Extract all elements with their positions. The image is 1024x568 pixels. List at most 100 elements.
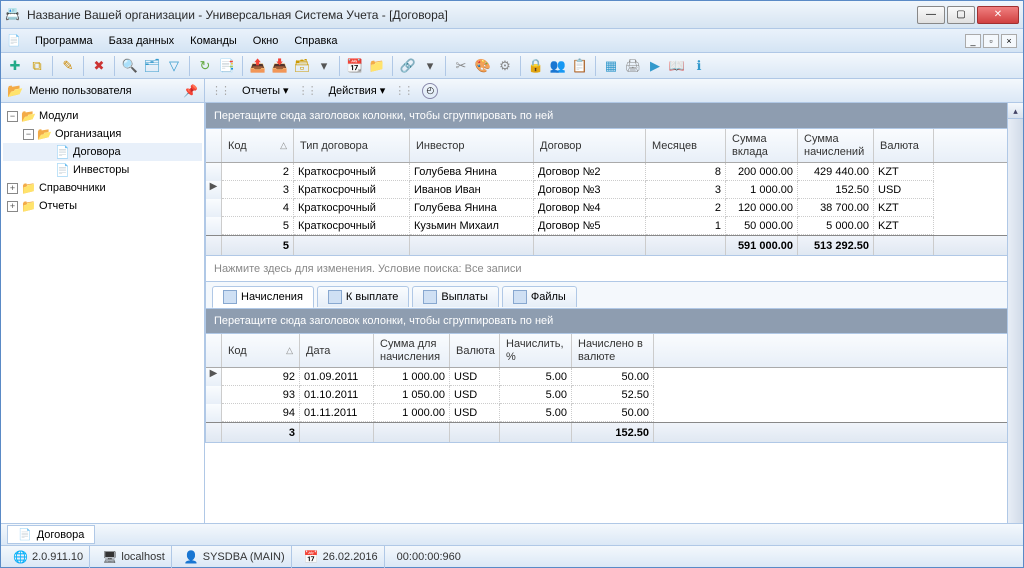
table-row[interactable]: 5КраткосрочныйКузьмин МихаилДоговор №515… — [206, 217, 1007, 235]
table-row[interactable]: 9401.11.20111 000.00USD5.0050.00 — [206, 404, 1007, 422]
col-date[interactable]: Дата — [300, 334, 374, 367]
tab-files[interactable]: Файлы — [502, 286, 577, 307]
export-icon[interactable]: 📤 — [248, 56, 268, 76]
table-row[interactable]: 2КраткосрочныйГолубева ЯнинаДоговор №282… — [206, 163, 1007, 181]
col-currency[interactable]: Валюта — [450, 334, 500, 367]
add-icon[interactable]: ✚ — [5, 56, 25, 76]
menu-program[interactable]: Программа — [27, 33, 101, 49]
link-icon[interactable]: 🔗 — [398, 56, 418, 76]
mdi-minimize-button[interactable]: _ — [965, 34, 981, 48]
collapse-icon[interactable]: − — [23, 129, 34, 140]
reports-dropdown[interactable]: Отчеты▾ — [235, 81, 296, 100]
titlebar: 📇 Название Вашей организации - Универсал… — [1, 1, 1023, 29]
mdi-restore-button[interactable]: ▫ — [983, 34, 999, 48]
tab-accruals[interactable]: Начисления — [212, 286, 314, 308]
col-sum[interactable]: Сумма для начисления — [374, 334, 450, 367]
table-row[interactable]: ▶9201.09.20111 000.00USD5.0050.00 — [206, 368, 1007, 386]
cell-currency: KZT — [874, 199, 934, 217]
tree-node-organization[interactable]: − 📂 Организация — [3, 125, 202, 143]
accruals-grid[interactable]: Код△ Дата Сумма для начисления Валюта На… — [205, 334, 1007, 443]
col-currency[interactable]: Валюта — [874, 129, 934, 162]
close-button[interactable]: ✕ — [977, 6, 1019, 24]
contracts-grid[interactable]: Код△ Тип договора Инвестор Договор Месяц… — [205, 129, 1007, 256]
footer-count: 5 — [222, 236, 294, 255]
mdi-close-button[interactable]: × — [1001, 34, 1017, 48]
menu-window[interactable]: Окно — [245, 33, 287, 49]
tree-node-contracts[interactable]: 📄 Договора — [3, 143, 202, 161]
cell-code: 3 — [222, 181, 294, 199]
cell-deposit: 50 000.00 — [726, 217, 798, 235]
lock-icon[interactable]: 🔒 — [526, 56, 546, 76]
row-indicator — [206, 386, 222, 404]
pin-icon[interactable]: 📌 — [183, 84, 198, 98]
col-deposit[interactable]: Сумма вклада — [726, 129, 798, 162]
row-indicator-header — [206, 129, 222, 162]
col-contract[interactable]: Договор — [534, 129, 646, 162]
menu-help[interactable]: Справка — [286, 33, 345, 49]
table-row[interactable]: 9301.10.20111 050.00USD5.0052.50 — [206, 386, 1007, 404]
tools-icon[interactable]: ✂ — [451, 56, 471, 76]
mass-action-icon[interactable]: 🗃 — [292, 56, 312, 76]
search-icon[interactable]: 🔍 — [120, 56, 140, 76]
grid-icon[interactable]: ▦ — [601, 56, 621, 76]
group-by-bar-top[interactable]: Перетащите сюда заголовок колонки, чтобы… — [205, 103, 1007, 129]
table-row[interactable]: 4КраткосрочныйГолубева ЯнинаДоговор №421… — [206, 199, 1007, 217]
import-icon[interactable]: 📥 — [270, 56, 290, 76]
menu-db[interactable]: База данных — [101, 33, 183, 49]
refresh-icon[interactable]: ↻ — [195, 56, 215, 76]
cell-result: 50.00 — [572, 404, 654, 422]
tab-to-pay[interactable]: К выплате — [317, 286, 410, 307]
copy-icon[interactable]: ⧉ — [27, 56, 47, 76]
expand-icon[interactable]: + — [7, 183, 18, 194]
palette-icon[interactable]: 🎨 — [473, 56, 493, 76]
col-result[interactable]: Начислено в валюте — [572, 334, 654, 367]
search-hint: Нажмите здесь для изменения. Условие пои… — [214, 263, 522, 275]
tree-label: Отчеты — [39, 200, 77, 212]
dropdown2-icon[interactable]: ▾ — [420, 56, 440, 76]
info-icon[interactable]: ℹ — [689, 56, 709, 76]
menu-commands[interactable]: Команды — [182, 33, 245, 49]
col-accrual[interactable]: Сумма начислений — [798, 129, 874, 162]
tree-node-investors[interactable]: 📄 Инвесторы — [3, 161, 202, 179]
tree-node-reports[interactable]: + 📁 Отчеты — [3, 197, 202, 215]
col-code[interactable]: Код△ — [222, 129, 294, 162]
gear-icon[interactable]: ⚙ — [495, 56, 515, 76]
cell-accrual: 429 440.00 — [798, 163, 874, 181]
document-tab[interactable]: 📄 Договора — [7, 525, 95, 544]
edit-icon[interactable]: ✎ — [58, 56, 78, 76]
users-icon[interactable]: 👥 — [548, 56, 568, 76]
expand-icon[interactable]: + — [7, 201, 18, 212]
col-months[interactable]: Месяцев — [646, 129, 726, 162]
sidebar-tree[interactable]: − 📂 Модули − 📂 Организация 📄 Договора 📄 … — [1, 103, 205, 547]
minimize-button[interactable]: — — [917, 6, 945, 24]
play-icon[interactable]: ▶ — [645, 56, 665, 76]
vertical-scrollbar[interactable]: ▴ ▾ — [1007, 103, 1023, 547]
book-icon[interactable]: 📖 — [667, 56, 687, 76]
group-by-bar-bottom[interactable]: Перетащите сюда заголовок колонки, чтобы… — [205, 308, 1007, 334]
col-investor[interactable]: Инвестор — [410, 129, 534, 162]
delete-icon[interactable]: ✖ — [89, 56, 109, 76]
filter-all-icon[interactable]: 🗂 — [142, 56, 162, 76]
calendar-icon[interactable]: 📆 — [345, 56, 365, 76]
filter-icon[interactable]: ▽ — [164, 56, 184, 76]
col-code[interactable]: Код△ — [222, 334, 300, 367]
tab-payments[interactable]: Выплаты — [412, 286, 498, 307]
col-pct[interactable]: Начислить, % — [500, 334, 572, 367]
actions-dropdown[interactable]: Действия▾ — [322, 81, 393, 100]
dropdown-icon[interactable]: ▾ — [314, 56, 334, 76]
table-row[interactable]: ▶3КраткосрочныйИванов ИванДоговор №331 0… — [206, 181, 1007, 199]
search-filter-bar[interactable]: Нажмите здесь для изменения. Условие пои… — [205, 256, 1007, 282]
maximize-button[interactable]: ▢ — [947, 6, 975, 24]
scroll-up-icon[interactable]: ▴ — [1008, 103, 1023, 119]
collapse-icon[interactable]: − — [7, 111, 18, 122]
first-icon[interactable]: 📑 — [217, 56, 237, 76]
tree-node-modules[interactable]: − 📂 Модули — [3, 107, 202, 125]
folder-icon[interactable]: 📁 — [367, 56, 387, 76]
clock-icon[interactable]: ◴ — [422, 83, 438, 99]
col-type[interactable]: Тип договора — [294, 129, 410, 162]
report-icon[interactable]: 📋 — [570, 56, 590, 76]
tree-node-refs[interactable]: + 📁 Справочники — [3, 179, 202, 197]
status-host: localhost — [121, 551, 164, 563]
print-icon[interactable]: 🖨 — [623, 56, 643, 76]
cell-sum: 1 000.00 — [374, 368, 450, 386]
